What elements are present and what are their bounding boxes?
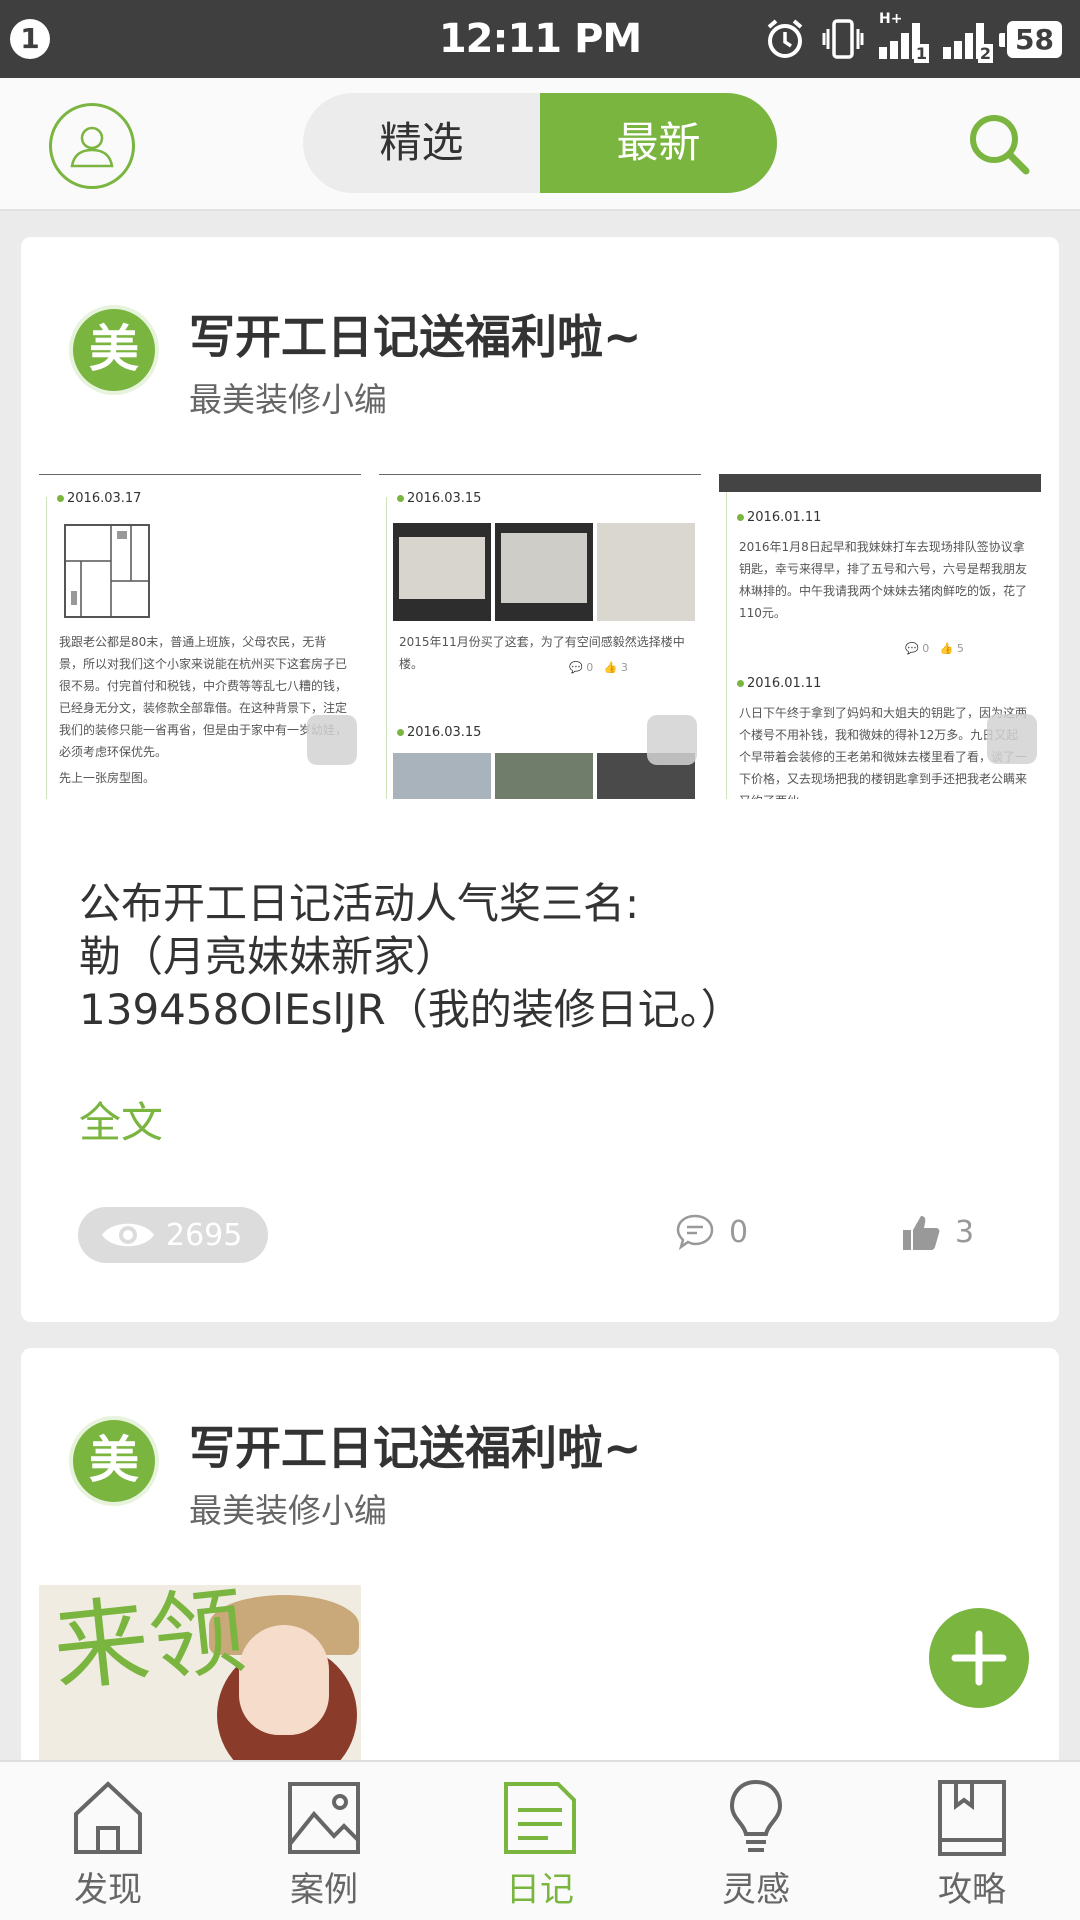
thumbnail-comment-count: 0 xyxy=(586,661,594,674)
nav-guides[interactable]: 攻略 xyxy=(864,1762,1080,1920)
bottom-navigation: 发现 案例 日记 灵感 攻略 xyxy=(0,1760,1080,1920)
timeline-line xyxy=(726,492,727,799)
nav-discover[interactable]: 发现 xyxy=(0,1762,216,1920)
thumbs-up-icon xyxy=(903,1216,940,1250)
thumbnail-1[interactable]: 2016.03.17 我跟老公都是80末，普通上班族，父母农民，无背景，所以对我… xyxy=(39,474,361,799)
search-icon[interactable] xyxy=(966,111,1032,177)
thumbnail-date: 2016.03.15 xyxy=(397,725,481,740)
thumbnail-text: 八日下午终于拿到了妈妈和大姐夫的钥匙了，因为这两个楼号不用补钱，我和微妹的得补1… xyxy=(739,706,1028,799)
thumbnail-date: 2016.03.15 xyxy=(397,491,481,506)
feed-tab-switch: 精选 最新 xyxy=(303,93,777,193)
post-author[interactable]: 最美装修小编 xyxy=(189,373,387,421)
thumbnail-date: 2016.03.17 xyxy=(57,491,141,506)
view-count: 2695 xyxy=(166,1217,243,1253)
photo-floorplan-3 xyxy=(597,523,695,621)
signal-sim1-icon: H+ 1 xyxy=(879,11,930,63)
promo-banner-image[interactable]: 来领 xyxy=(39,1585,361,1768)
view-count-badge: 2695 xyxy=(78,1207,268,1263)
photo-floorplan-1 xyxy=(393,523,491,621)
comment-icon xyxy=(676,1214,714,1251)
photo-buildings-2 xyxy=(495,753,593,799)
nav-label: 攻略 xyxy=(938,1870,1006,1910)
eye-icon xyxy=(102,1223,154,1247)
thumbnail-text: 我跟老公都是80末，普通上班族，父母农民，无背景，所以对我们这个小家来说能在杭州… xyxy=(59,635,348,759)
profile-button[interactable] xyxy=(49,103,135,189)
comment-button[interactable]: 0 xyxy=(675,1212,748,1252)
user-icon xyxy=(70,126,114,168)
thumbnail-date: 2016.01.11 xyxy=(737,676,821,691)
post-excerpt[interactable]: 公布开工日记活动人气奖三名: 勒（月亮妹妹新家） 139458OlEslJR（我… xyxy=(79,877,999,1036)
thumbnail-like-count: 3 xyxy=(620,661,628,674)
plus-icon xyxy=(951,1630,1007,1686)
lightbulb-icon xyxy=(729,1779,783,1852)
thumbnail-comment-count: 0 xyxy=(922,642,930,655)
expand-overlay xyxy=(307,715,357,765)
nav-inspiration[interactable]: 灵感 xyxy=(648,1762,864,1920)
read-full-link[interactable]: 全文 xyxy=(79,1089,163,1150)
thumbnail-text: 先上一张房型图。 xyxy=(59,771,156,785)
excerpt-line: 勒（月亮妹妹新家） xyxy=(79,932,458,981)
post-title[interactable]: 写开工日记送福利啦~ xyxy=(189,301,642,367)
nav-diary[interactable]: 日记 xyxy=(432,1762,648,1920)
promo-illustration xyxy=(239,1625,329,1735)
thumbnail-like-count: 5 xyxy=(956,642,964,655)
image-icon xyxy=(288,1782,360,1854)
sim2-label: 2 xyxy=(977,44,994,63)
expand-overlay xyxy=(647,715,697,765)
status-bar: 1 12:11 PM H+ 1 2 58 xyxy=(0,0,1080,78)
photo-buildings-1 xyxy=(393,753,491,799)
thumbnail-text: 2016年1月8日起早和我妹妹打车去现场排队签协议拿钥匙，幸亏来得早，排了五号和… xyxy=(739,540,1028,620)
thumbnail-stats: 💬 0 👍 5 xyxy=(905,642,964,655)
book-icon xyxy=(938,1780,1006,1856)
vibrate-icon xyxy=(822,19,864,59)
alarm-icon xyxy=(767,19,803,58)
nav-label: 案例 xyxy=(290,1870,358,1910)
promo-text: 来领 xyxy=(47,1585,251,1706)
thumbnail-2[interactable]: 2016.03.15 2015年11月份买了这套，为了有空间感毅然选择楼中楼。 … xyxy=(379,474,701,799)
like-count: 3 xyxy=(955,1214,975,1250)
signal-sim2-icon: 2 xyxy=(943,17,994,63)
add-diary-button[interactable] xyxy=(929,1608,1029,1708)
comment-count: 0 xyxy=(729,1214,749,1250)
timeline-line xyxy=(46,497,47,799)
excerpt-line: 公布开工日记活动人气奖三名: xyxy=(79,879,640,928)
status-icons: H+ 1 2 58 xyxy=(763,11,1062,64)
sim1-label: 1 xyxy=(913,44,930,63)
thumbnail-stats: 💬 0 👍 3 xyxy=(569,661,628,674)
nav-label: 日记 xyxy=(506,1870,574,1910)
tab-featured[interactable]: 精选 xyxy=(303,93,540,193)
post-title[interactable]: 写开工日记送福利啦~ xyxy=(189,1412,642,1478)
diary-post-card[interactable]: 美 写开工日记送福利啦~ 最美装修小编 2016.03.17 我跟老公都是80末… xyxy=(21,237,1059,1322)
photo-floorplan-2 xyxy=(495,523,593,621)
like-button[interactable]: 3 xyxy=(901,1212,974,1252)
nav-cases[interactable]: 案例 xyxy=(216,1762,432,1920)
top-bar: 精选 最新 xyxy=(0,78,1080,211)
author-avatar[interactable]: 美 xyxy=(69,1416,159,1506)
excerpt-line: 139458OlEslJR（我的装修日记。） xyxy=(79,985,743,1034)
battery-level: 58 xyxy=(999,20,1062,58)
timeline-line xyxy=(386,497,387,799)
floorplan-image xyxy=(64,524,150,618)
expand-overlay xyxy=(987,714,1037,764)
thumbnail-text: 2015年11月份买了这套，为了有空间感毅然选择楼中楼。 xyxy=(399,635,685,671)
nav-label: 灵感 xyxy=(722,1870,790,1910)
tab-latest[interactable]: 最新 xyxy=(540,93,777,193)
post-author[interactable]: 最美装修小编 xyxy=(189,1484,387,1532)
thumbnail-date: 2016.01.11 xyxy=(737,510,821,525)
diary-post-card[interactable]: 美 写开工日记送福利啦~ 最美装修小编 来领 xyxy=(21,1348,1059,1768)
thumbnail-3[interactable]: 2016.01.11 2016年1月8日起早和我妹妹打车去现场排队签协议拿钥匙，… xyxy=(719,474,1041,799)
nav-label: 发现 xyxy=(74,1870,142,1910)
home-icon xyxy=(74,1781,142,1854)
author-avatar[interactable]: 美 xyxy=(69,305,159,395)
diary-icon xyxy=(504,1782,576,1854)
post-thumbnails: 2016.03.17 我跟老公都是80末，普通上班族，父母农民，无背景，所以对我… xyxy=(39,474,1042,799)
